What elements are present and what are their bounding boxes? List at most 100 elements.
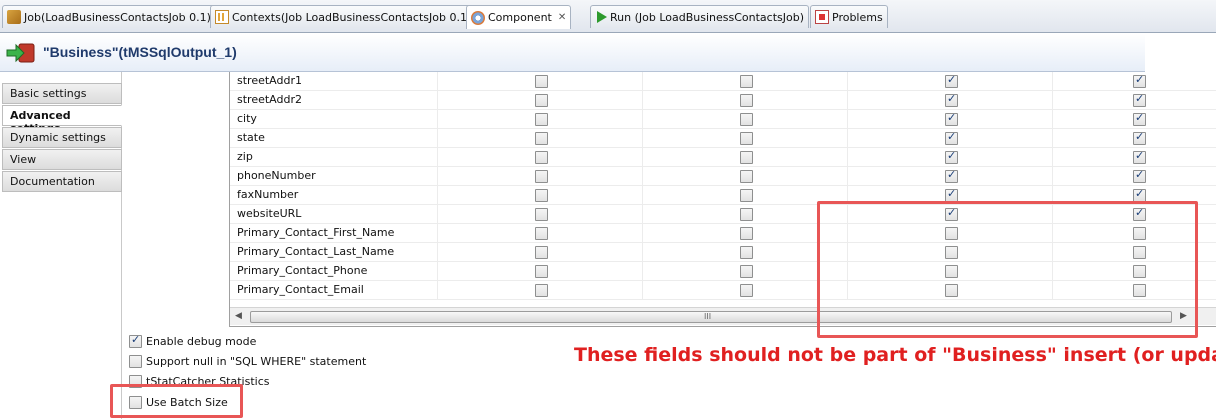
field-option-checkbox[interactable] bbox=[535, 208, 548, 221]
column-divider bbox=[437, 224, 438, 243]
field-option-checkbox[interactable] bbox=[740, 94, 753, 107]
field-option-checkbox[interactable] bbox=[740, 208, 753, 221]
field-option-checkbox[interactable] bbox=[535, 227, 548, 240]
option-label: Support null in "SQL WHERE" statement bbox=[146, 355, 367, 368]
field-option-checkbox[interactable] bbox=[945, 73, 958, 88]
column-divider bbox=[1052, 72, 1053, 91]
field-option-checkbox[interactable] bbox=[535, 94, 548, 107]
field-option-checkbox[interactable] bbox=[740, 75, 753, 88]
table-row: state bbox=[230, 129, 1216, 148]
option-support-null[interactable]: Support null in "SQL WHERE" statement bbox=[129, 355, 366, 368]
editor-tab-bar: Job(LoadBusinessContactsJob 0.1) Context… bbox=[0, 0, 1216, 33]
tab-component-label: Component bbox=[488, 11, 552, 24]
field-option-checkbox[interactable] bbox=[1133, 149, 1146, 164]
field-name: streetAddr1 bbox=[237, 74, 302, 87]
annotation-batch-size-box bbox=[110, 384, 243, 418]
enable-debug-mode-checkbox[interactable] bbox=[129, 333, 142, 348]
problems-icon bbox=[815, 10, 829, 24]
annotation-highlight-box bbox=[817, 201, 1198, 338]
field-option-checkbox[interactable] bbox=[535, 132, 548, 145]
field-option-checkbox[interactable] bbox=[535, 246, 548, 259]
field-option-checkbox[interactable] bbox=[740, 189, 753, 202]
page-title: "Business"(tMSSqlOutput_1) bbox=[43, 44, 237, 60]
column-divider bbox=[437, 205, 438, 224]
field-option-checkbox[interactable] bbox=[535, 75, 548, 88]
column-divider bbox=[1052, 167, 1053, 186]
tab-job-label: Job(LoadBusinessContactsJob 0.1) bbox=[24, 10, 211, 24]
tab-contexts[interactable]: Contexts(Job LoadBusinessContactsJob 0.1… bbox=[210, 5, 477, 28]
tab-contexts-label: Contexts(Job LoadBusinessContactsJob 0.1… bbox=[232, 10, 472, 24]
column-divider bbox=[847, 129, 848, 148]
field-option-checkbox[interactable] bbox=[535, 170, 548, 183]
field-option-checkbox[interactable] bbox=[535, 189, 548, 202]
column-divider bbox=[642, 281, 643, 300]
column-divider bbox=[437, 281, 438, 300]
field-option-checkbox[interactable] bbox=[740, 170, 753, 183]
tab-component[interactable]: Component ✕ bbox=[466, 5, 572, 29]
field-option-checkbox[interactable] bbox=[535, 113, 548, 126]
field-option-checkbox[interactable] bbox=[945, 168, 958, 183]
column-divider bbox=[1052, 148, 1053, 167]
option-enable-debug-mode[interactable]: Enable debug mode bbox=[129, 333, 257, 348]
nav-advanced-settings[interactable]: Advanced settings bbox=[2, 105, 122, 135]
field-option-checkbox[interactable] bbox=[535, 151, 548, 164]
column-divider bbox=[847, 91, 848, 110]
field-option-checkbox[interactable] bbox=[1133, 130, 1146, 145]
field-name: Primary_Contact_Last_Name bbox=[237, 245, 395, 258]
column-divider bbox=[437, 243, 438, 262]
column-divider bbox=[847, 110, 848, 129]
scroll-left-icon[interactable]: ◀ bbox=[235, 311, 242, 321]
field-name: Primary_Contact_Email bbox=[237, 283, 364, 296]
field-option-checkbox[interactable] bbox=[740, 284, 753, 297]
component-icon bbox=[471, 10, 485, 25]
tab-run-label: Run (Job LoadBusinessContactsJob) bbox=[610, 10, 805, 24]
field-option-checkbox[interactable] bbox=[945, 111, 958, 126]
column-divider bbox=[642, 186, 643, 205]
column-divider bbox=[642, 205, 643, 224]
field-name: Primary_Contact_First_Name bbox=[237, 226, 395, 239]
nav-documentation[interactable]: Documentation bbox=[2, 171, 122, 192]
table-row: streetAddr2 bbox=[230, 91, 1216, 110]
field-option-checkbox[interactable] bbox=[945, 130, 958, 145]
field-option-checkbox[interactable] bbox=[1133, 73, 1146, 88]
field-name: faxNumber bbox=[237, 188, 299, 201]
field-option-checkbox[interactable] bbox=[535, 265, 548, 278]
field-option-checkbox[interactable] bbox=[1133, 168, 1146, 183]
nav-view[interactable]: View bbox=[2, 149, 122, 170]
tab-problems-label: Problems bbox=[832, 10, 883, 24]
field-option-checkbox[interactable] bbox=[945, 92, 958, 107]
table-row: phoneNumber bbox=[230, 167, 1216, 186]
tab-problems[interactable]: Problems bbox=[810, 5, 888, 28]
nav-dynamic-settings[interactable]: Dynamic settings bbox=[2, 127, 122, 148]
column-divider bbox=[642, 110, 643, 129]
table-row: streetAddr1 bbox=[230, 72, 1216, 91]
support-null-checkbox[interactable] bbox=[129, 355, 142, 368]
tab-run[interactable]: Run (Job LoadBusinessContactsJob) bbox=[590, 5, 810, 28]
field-name: zip bbox=[237, 150, 253, 163]
settings-nav: Basic settings Advanced settings Dynamic… bbox=[0, 72, 122, 419]
table-row: zip bbox=[230, 148, 1216, 167]
column-divider bbox=[437, 129, 438, 148]
column-divider bbox=[437, 167, 438, 186]
field-option-checkbox[interactable] bbox=[1133, 111, 1146, 126]
annotation-note: These fields should not be part of "Busi… bbox=[574, 344, 1216, 366]
column-divider bbox=[642, 91, 643, 110]
option-label: Enable debug mode bbox=[146, 335, 257, 348]
column-divider bbox=[642, 72, 643, 91]
field-option-checkbox[interactable] bbox=[740, 227, 753, 240]
close-icon[interactable]: ✕ bbox=[558, 12, 566, 23]
field-option-checkbox[interactable] bbox=[535, 284, 548, 297]
tab-job[interactable]: Job(LoadBusinessContactsJob 0.1) bbox=[2, 5, 216, 28]
field-option-checkbox[interactable] bbox=[740, 151, 753, 164]
column-divider bbox=[437, 262, 438, 281]
field-option-checkbox[interactable] bbox=[740, 132, 753, 145]
field-option-checkbox[interactable] bbox=[740, 113, 753, 126]
field-option-checkbox[interactable] bbox=[740, 246, 753, 259]
field-option-checkbox[interactable] bbox=[740, 265, 753, 278]
column-divider bbox=[437, 91, 438, 110]
component-header: "Business"(tMSSqlOutput_1) bbox=[0, 34, 1145, 72]
field-option-checkbox[interactable] bbox=[1133, 92, 1146, 107]
nav-basic-settings[interactable]: Basic settings bbox=[2, 83, 122, 104]
column-divider bbox=[437, 148, 438, 167]
field-option-checkbox[interactable] bbox=[945, 149, 958, 164]
